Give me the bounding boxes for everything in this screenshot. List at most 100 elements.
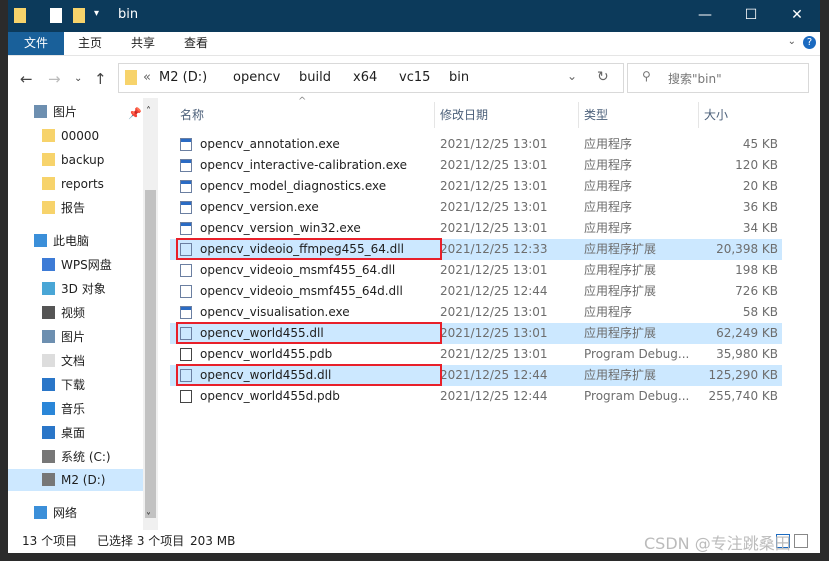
sidebar-item[interactable]: 此电脑 — [8, 230, 143, 252]
title-bar: ▾ bin — ☐ ✕ — [8, 0, 820, 32]
tab-view[interactable]: 查看 — [171, 32, 221, 55]
sidebar-item-label: 网络 — [53, 506, 78, 520]
expand-ribbon-icon[interactable]: ⌄ — [788, 36, 796, 47]
sidebar-item[interactable]: backup — [8, 149, 143, 171]
back-icon[interactable]: ← — [20, 70, 33, 88]
sidebar-item[interactable]: 系统 (C:) — [8, 446, 143, 468]
column-header-name[interactable]: 名称 — [180, 104, 204, 126]
highlight-box — [176, 238, 442, 260]
navigation-pane: 图片 00000 backup reports 报告 此电脑 WPS网盘 3D 对象 视频 图片文… — [8, 98, 158, 530]
file-date: 2021/12/25 12:33 — [440, 242, 548, 256]
refresh-icon[interactable]: ↻ — [597, 69, 609, 85]
file-type: 应用程序 — [584, 158, 633, 172]
column-header-size[interactable]: 大小 — [704, 104, 728, 126]
tab-file[interactable]: 文件 — [8, 32, 64, 55]
file-date: 2021/12/25 13:01 — [440, 200, 548, 214]
search-input[interactable]: ⚲ 搜索"bin" — [627, 63, 809, 93]
scrollbar-thumb[interactable] — [145, 190, 156, 518]
file-date: 2021/12/25 13:01 — [440, 221, 548, 235]
column-header-date[interactable]: 修改日期 — [440, 104, 488, 126]
sidebar-item[interactable]: 00000 — [8, 125, 143, 147]
sidebar-item[interactable]: 报告 — [8, 197, 143, 219]
file-name: opencv_version_win32.exe — [200, 221, 361, 235]
file-size: 58 KB — [742, 305, 778, 319]
video-icon — [42, 306, 55, 319]
file-row[interactable]: opencv_annotation.exe 2021/12/25 13:01 应… — [170, 134, 782, 155]
crumb-vc15[interactable]: vc15 — [399, 70, 430, 85]
tab-share[interactable]: 共享 — [118, 32, 168, 55]
highlight-box — [176, 322, 442, 344]
minimize-button[interactable]: — — [682, 0, 728, 32]
file-name: opencv_model_diagnostics.exe — [200, 179, 387, 193]
sidebar-item-label: backup — [61, 153, 105, 167]
forward-icon[interactable]: → — [48, 70, 61, 88]
file-size: 45 KB — [742, 137, 778, 151]
file-row[interactable]: opencv_world455d.pdb 2021/12/25 12:44 Pr… — [170, 386, 782, 407]
file-type: 应用程序扩展 — [584, 326, 657, 340]
customize-toolbar-icon[interactable]: ▾ — [94, 8, 99, 19]
sidebar-item-label: 图片 — [61, 330, 86, 344]
maximize-button[interactable]: ☐ — [728, 0, 774, 32]
file-row[interactable]: opencv_version.exe 2021/12/25 13:01 应用程序… — [170, 197, 782, 218]
dropdown-icon[interactable]: ⌄ — [567, 69, 577, 83]
crumb-drive[interactable]: M2 (D:) — [159, 70, 207, 85]
overflow-crumb[interactable]: « — [143, 70, 151, 85]
sidebar-item[interactable]: 音乐 — [8, 398, 143, 420]
address-bar[interactable]: « M2 (D:) opencv build x64 vc15 bin ⌄ ↻ — [118, 63, 624, 93]
crumb-x64[interactable]: x64 — [353, 70, 377, 85]
file-date: 2021/12/25 13:01 — [440, 263, 548, 277]
file-row[interactable]: opencv_interactive-calibration.exe 2021/… — [170, 155, 782, 176]
dll-icon — [180, 264, 192, 277]
drive-icon — [42, 473, 55, 486]
help-icon[interactable]: ? — [803, 36, 816, 49]
sidebar-item[interactable]: WPS网盘 — [8, 254, 143, 276]
sidebar-item[interactable]: 桌面 — [8, 422, 143, 444]
up-icon[interactable]: ↑ — [94, 70, 107, 88]
sidebar-item[interactable]: 图片 — [8, 326, 143, 348]
file-row[interactable]: opencv_world455.pdb 2021/12/25 13:01 Pro… — [170, 344, 782, 365]
desktop-icon — [42, 426, 55, 439]
sidebar-item[interactable]: 文档 — [8, 350, 143, 372]
file-size: 198 KB — [735, 263, 778, 277]
close-button[interactable]: ✕ — [774, 0, 820, 32]
properties-icon[interactable] — [50, 8, 62, 23]
large-icons-view-button[interactable] — [794, 534, 808, 548]
file-row[interactable]: opencv_visualisation.exe 2021/12/25 13:0… — [170, 302, 782, 323]
file-name: opencv_world455.pdb — [200, 347, 333, 361]
file-row[interactable]: opencv_version_win32.exe 2021/12/25 13:0… — [170, 218, 782, 239]
search-placeholder: 搜索"bin" — [668, 72, 722, 86]
sidebar-item[interactable]: 网络 — [8, 502, 143, 524]
file-date: 2021/12/25 13:01 — [440, 347, 548, 361]
crumb-build[interactable]: build — [299, 70, 331, 85]
tab-home[interactable]: 主页 — [65, 32, 115, 55]
file-row[interactable]: opencv_videoio_msmf455_64d.dll 2021/12/2… — [170, 281, 782, 302]
crumb-bin[interactable]: bin — [449, 70, 469, 85]
sidebar-item[interactable]: reports — [8, 173, 143, 195]
file-date: 2021/12/25 12:44 — [440, 368, 548, 382]
new-folder-icon[interactable] — [73, 8, 85, 23]
file-name: opencv_world455d.pdb — [200, 389, 340, 403]
sidebar-item[interactable]: 视频 — [8, 302, 143, 324]
sidebar-item[interactable]: 3D 对象 — [8, 278, 143, 300]
item-count: 13 个项目 — [22, 534, 78, 548]
pdb-icon — [180, 348, 192, 361]
cloud-icon — [42, 258, 55, 271]
column-header-type[interactable]: 类型 — [584, 104, 608, 126]
3d-icon — [42, 282, 55, 295]
file-row[interactable]: opencv_model_diagnostics.exe 2021/12/25 … — [170, 176, 782, 197]
recent-locations-icon[interactable]: ⌄ — [74, 73, 82, 84]
sidebar-item-label: 系统 (C:) — [61, 450, 111, 464]
sidebar-item[interactable]: 下载 — [8, 374, 143, 396]
sidebar-item-label: 此电脑 — [53, 234, 90, 248]
watermark: CSDN @专注跳桑田 — [644, 534, 791, 553]
sidebar-scrollbar[interactable]: ˄ ˅ — [143, 98, 158, 530]
sidebar-item[interactable]: 图片 — [8, 101, 143, 123]
file-row[interactable]: opencv_videoio_msmf455_64.dll 2021/12/25… — [170, 260, 782, 281]
sidebar-item-label: 报告 — [61, 201, 86, 215]
pin-icon[interactable]: 📌 — [128, 107, 142, 120]
file-date: 2021/12/25 13:01 — [440, 179, 548, 193]
crumb-opencv[interactable]: opencv — [233, 70, 280, 85]
sidebar-item[interactable]: M2 (D:) — [8, 469, 143, 491]
file-name: opencv_interactive-calibration.exe — [200, 158, 408, 172]
file-name: opencv_videoio_msmf455_64d.dll — [200, 284, 403, 298]
